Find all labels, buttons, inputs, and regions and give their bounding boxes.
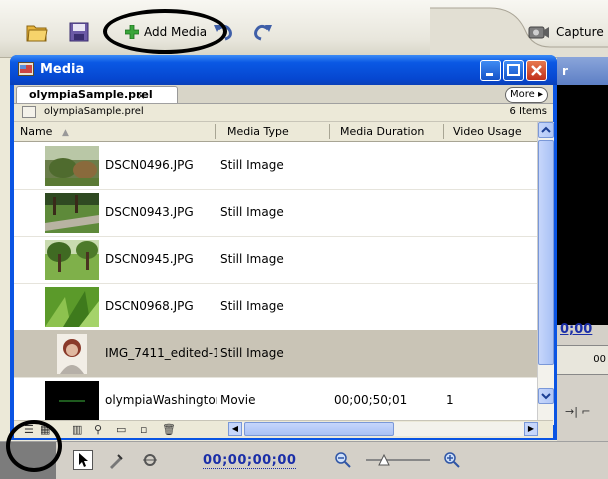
folder-up-icon[interactable] [22, 106, 36, 118]
add-media-highlight-circle [103, 9, 227, 54]
scroll-down-button[interactable] [538, 388, 554, 404]
media-name: IMG_7411_edited-1.j [105, 346, 217, 360]
media-name: DSCN0943.JPG [105, 205, 194, 219]
media-row-dscn0968[interactable]: DSCN0968.JPG Still Image [14, 283, 537, 331]
media-type: Still Image [220, 299, 284, 313]
media-window-icon [18, 62, 34, 76]
selection-tool-button[interactable] [73, 450, 93, 470]
column-media-duration[interactable]: Media Duration [340, 125, 424, 138]
capture-label: Capture [556, 25, 604, 39]
minimize-button[interactable] [480, 60, 501, 81]
monitor-title-fragment: r [562, 64, 568, 78]
zoom-slider-thumb[interactable] [378, 454, 390, 466]
maximize-icon [507, 64, 520, 76]
media-duration: 00;00;50;01 [334, 393, 408, 407]
ruler-label: 00 [593, 354, 606, 365]
media-row-dscn0943[interactable]: DSCN0943.JPG Still Image [14, 189, 537, 237]
more-button[interactable]: More ▸ [505, 87, 548, 103]
zoom-out-icon[interactable] [335, 452, 351, 468]
monitor-panel: r 0;00 00 →| ⌐ [557, 57, 608, 457]
media-name: DSCN0496.JPG [105, 158, 194, 172]
media-type: Movie [220, 393, 256, 407]
zoom-slider-track[interactable] [366, 459, 430, 461]
redo-icon[interactable] [252, 21, 274, 43]
tab-project[interactable]: olympiaSample.prel × [16, 86, 178, 103]
arrow-cursor-icon [79, 453, 88, 467]
monitor-timecode[interactable]: 0;00 [560, 322, 592, 337]
thumbnail-portrait [57, 334, 87, 374]
clear-icon[interactable]: 🗑 [162, 423, 176, 436]
horizontal-scrollbar[interactable]: ◀ ▶ [228, 422, 538, 436]
capture-button[interactable]: Capture [528, 22, 604, 42]
save-icon[interactable] [68, 21, 90, 43]
media-type: Still Image [220, 158, 284, 172]
media-window: Media olympiaSample.prel × More ▸ olympi… [10, 55, 557, 440]
vertical-scrollbar[interactable] [537, 122, 554, 425]
scroll-thumb[interactable] [538, 140, 554, 365]
media-bottom-toolbar: ☰ ▦ ▥ ⚲ ▭ ▫ 🗑 ◀ ▶ [14, 420, 553, 438]
media-title-bar[interactable]: Media [10, 55, 557, 85]
minimize-icon [486, 73, 493, 76]
chevron-up-icon [541, 126, 551, 133]
column-video-usage[interactable]: Video Usage [453, 125, 522, 138]
thumbnail-path [45, 193, 99, 233]
app-toolbar: Add Media Capture [0, 0, 608, 58]
set-out-icon[interactable]: →| ⌐ [565, 405, 591, 418]
media-window-title: Media [40, 62, 85, 77]
thumbnail-tree [45, 240, 99, 280]
close-button[interactable] [526, 60, 547, 81]
razor-icon[interactable] [107, 452, 125, 470]
column-header-row: Name ▲ Media Type Media Duration Video U… [14, 122, 537, 142]
zoom-in-icon[interactable] [444, 452, 460, 468]
thumbnail-garden [45, 146, 99, 186]
timeline-timecode[interactable]: 00;00;00;00 [203, 453, 297, 469]
media-window-body: olympiaSample.prel × More ▸ olympiaSampl… [14, 85, 554, 438]
media-row-dscn0496[interactable]: DSCN0496.JPG Still Image [14, 142, 537, 190]
close-icon [531, 65, 542, 76]
new-bin-icon[interactable]: ▭ [116, 423, 126, 436]
scroll-up-button[interactable] [538, 122, 554, 138]
monitor-title-bar: r [557, 57, 608, 85]
list-view-highlight-circle [6, 420, 62, 472]
maximize-button[interactable] [503, 60, 524, 81]
timeline-toolbar: 00;00;00;00 [0, 441, 608, 479]
monitor-ruler[interactable]: 00 [557, 345, 608, 375]
media-name: olympiaWashingtonF [105, 393, 217, 407]
open-folder-icon[interactable] [26, 21, 48, 43]
path-bar: olympiaSample.prel 6 Items [14, 104, 553, 122]
horizontal-scroll-thumb[interactable] [244, 422, 394, 436]
media-type: Still Image [220, 205, 284, 219]
item-count: 6 Items [509, 106, 547, 117]
media-list: DSCN0496.JPG Still Image DSCN0943.JPG St… [14, 142, 537, 425]
media-row-img7411[interactable]: IMG_7411_edited-1.j Still Image [14, 330, 537, 378]
scroll-right-button[interactable]: ▶ [524, 422, 538, 436]
chevron-down-icon [541, 393, 551, 400]
tab-project-label: olympiaSample.prel [29, 88, 153, 101]
column-name[interactable]: Name ▲ [20, 125, 69, 138]
thumbnail-movie [45, 381, 99, 421]
media-name: DSCN0968.JPG [105, 299, 194, 313]
media-row-olympia-movie[interactable]: olympiaWashingtonF Movie 00;00;50;01 1 [14, 377, 537, 425]
media-type: Still Image [220, 346, 284, 360]
automate-icon[interactable]: ▥ [72, 423, 82, 436]
thumbnail-leaves [45, 287, 99, 327]
project-path: olympiaSample.prel [44, 106, 144, 117]
zoom-tool-icon[interactable] [142, 452, 160, 470]
media-name: DSCN0945.JPG [105, 252, 194, 266]
sort-ascending-icon: ▲ [61, 128, 69, 138]
media-row-dscn0945[interactable]: DSCN0945.JPG Still Image [14, 236, 537, 284]
scroll-left-button[interactable]: ◀ [228, 422, 242, 436]
tab-close-icon[interactable]: × [137, 89, 145, 105]
camera-icon [528, 26, 549, 39]
monitor-preview [557, 85, 608, 325]
video-usage: 1 [446, 393, 454, 407]
media-type: Still Image [220, 252, 284, 266]
find-icon[interactable]: ⚲ [94, 423, 102, 436]
tab-strip: olympiaSample.prel × More ▸ [14, 85, 553, 104]
column-media-type[interactable]: Media Type [227, 125, 289, 138]
new-item-icon[interactable]: ▫ [140, 423, 147, 436]
